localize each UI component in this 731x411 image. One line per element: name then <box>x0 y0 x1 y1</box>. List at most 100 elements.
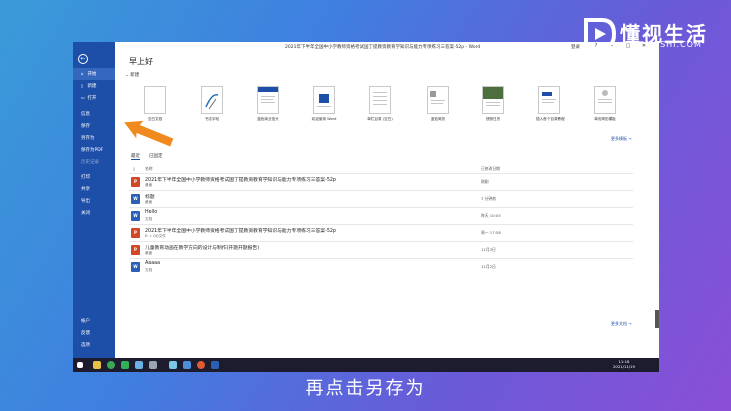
sidebar-item-new[interactable]: ▯ 新建 <box>73 80 115 92</box>
table-row[interactable]: W 标题 桌面 7 分钟前 <box>129 190 633 207</box>
template-label: 书法字帖 <box>204 117 220 121</box>
backstage-sidebar: ← ⌂ 开始 ▯ 新建 ▭ 打开 信息 保存 另存为 保存为PDF 历史记录 打… <box>73 42 115 358</box>
sidebar-item-save[interactable]: 保存 <box>73 121 115 133</box>
word-window: ← ⌂ 开始 ▯ 新建 ▭ 打开 信息 保存 另存为 保存为PDF 历史记录 打… <box>73 42 659 372</box>
more-templates-link[interactable]: 更多模板 → <box>611 136 632 142</box>
windows-start-icon[interactable] <box>77 362 83 368</box>
row-name: 2021年下半年全国中小学教师资格考试国丁提教资教育学知识与能力专项练习三答案-… <box>145 178 336 183</box>
new-section-label: ⌄ 新建 <box>125 73 140 78</box>
template-label: 插入首个目录教程 <box>536 117 565 121</box>
template-single-toc[interactable]: 单栏目录 (空白) <box>367 86 393 128</box>
row-date: 11月3日 <box>481 247 496 252</box>
template-label: 单页简历模板 <box>594 117 616 121</box>
help-icon[interactable]: ? <box>591 43 601 49</box>
row-location: 桌面 <box>145 251 153 255</box>
template-thumbnail <box>144 86 166 114</box>
row-date: 昨天 10:05 <box>481 213 501 218</box>
template-thumbnail <box>594 86 616 114</box>
row-location: 文档 <box>145 217 153 221</box>
sidebar-item-options[interactable]: 选项 <box>73 340 115 352</box>
sign-in-link[interactable]: 登录 <box>571 44 580 50</box>
template-toc-tutorial[interactable]: 插入首个目录教程 <box>536 86 565 128</box>
template-single-page-resume[interactable]: 单页简历模板 <box>592 86 618 128</box>
sidebar-item-label: 打开 <box>87 96 97 101</box>
template-label: 快照日历 <box>485 117 501 121</box>
side-scroll-tab[interactable] <box>655 310 659 328</box>
template-thumbnail <box>313 86 335 114</box>
sidebar-item-label: 保存为PDF <box>81 148 104 153</box>
sidebar-item-label: 共享 <box>81 187 90 192</box>
template-thumbnail <box>201 86 223 114</box>
sidebar-item-share[interactable]: 共享 <box>73 184 115 196</box>
template-thumbnail <box>257 86 279 114</box>
word-taskbar-icon[interactable] <box>211 361 219 369</box>
column-date[interactable]: 已修改日期 <box>481 166 500 172</box>
template-photo-calendar[interactable]: 快照日历 <box>480 86 506 128</box>
sidebar-item-label: 新建 <box>87 84 97 89</box>
sidebar-item-home[interactable]: ⌂ 开始 <box>73 68 115 80</box>
template-thumbnail <box>482 86 504 114</box>
file-explorer-icon[interactable] <box>93 361 101 369</box>
sidebar-item-label: 打印 <box>81 175 90 180</box>
row-date: 周一 17:58 <box>481 230 501 235</box>
template-label: 蓝色简历 <box>430 117 446 121</box>
sidebar-item-print[interactable]: 打印 <box>73 172 115 184</box>
table-row[interactable]: P 2021年下半年全国中小学教师资格考试国丁提教资教育学知识与能力专项练习三答… <box>129 224 633 241</box>
sidebar-item-label: 选项 <box>81 343 90 348</box>
window-title: 2021年下半年全国中小学教师资格考试国丁提教资教育学知识与能力专项练习三答案-… <box>285 45 481 50</box>
table-row[interactable]: P 2021年下半年全国中小学教师资格考试国丁提教资教育学知识与能力专项练习三答… <box>129 173 633 190</box>
wechat-icon[interactable] <box>121 361 129 369</box>
close-button[interactable]: ✕ <box>639 43 649 49</box>
row-location: E: » QQ文件 <box>145 234 166 238</box>
row-name: 儿童教育动画在教学方向的设计与制作(开题开题报告) <box>145 246 260 251</box>
more-documents-link[interactable]: 更多文档 → <box>611 321 632 327</box>
sidebar-item-label: 信息 <box>81 112 90 117</box>
pdf-file-icon: P <box>131 228 140 238</box>
template-business-letterhead[interactable]: 蓝色商业信头 <box>255 86 281 128</box>
sidebar-item-history[interactable]: 历史记录 <box>73 157 115 169</box>
row-date: 刚刚 <box>481 179 489 184</box>
row-location: 桌面 <box>145 200 153 204</box>
row-name: Hello <box>145 210 158 215</box>
template-blue-resume[interactable]: 蓝色简历 <box>425 86 451 128</box>
video-caption: 再点击另存为 <box>305 378 426 399</box>
template-calligraphy[interactable]: 书法字帖 <box>199 86 225 128</box>
qq-icon[interactable] <box>135 361 143 369</box>
media-icon-2[interactable] <box>183 361 191 369</box>
row-date: 7 分钟前 <box>481 196 497 201</box>
browser-icon[interactable] <box>107 361 115 369</box>
word-file-icon: W <box>131 262 140 272</box>
template-thumbnail <box>538 86 560 114</box>
sidebar-item-label: 帐户 <box>81 319 90 324</box>
sidebar-item-save-pdf[interactable]: 保存为PDF <box>73 145 115 157</box>
back-arrow-icon[interactable]: ← <box>78 54 88 64</box>
sidebar-item-export[interactable]: 导出 <box>73 196 115 208</box>
sidebar-item-account[interactable]: 帐户 <box>73 316 115 328</box>
pdf-reader-icon[interactable] <box>197 361 205 369</box>
minimize-button[interactable]: – <box>607 43 617 49</box>
sidebar-item-save-as[interactable]: 另存为 <box>73 133 115 145</box>
sidebar-item-label: 反馈 <box>81 331 90 336</box>
sidebar-item-label: 保存 <box>81 124 90 129</box>
maximize-button[interactable]: □ <box>623 43 633 49</box>
table-row[interactable]: W Hello 文档 昨天 10:05 <box>129 207 633 224</box>
new-doc-icon: ▯ <box>81 83 84 88</box>
row-date: 11月2日 <box>481 264 496 269</box>
template-welcome-word[interactable]: 欢迎使用 Word <box>311 86 337 128</box>
page-title: 早上好 <box>129 57 153 66</box>
sidebar-item-feedback[interactable]: 反馈 <box>73 328 115 340</box>
word-file-icon: W <box>131 211 140 221</box>
sidebar-item-close[interactable]: 关闭 <box>73 208 115 220</box>
pdf-file-icon: P <box>131 177 140 187</box>
sidebar-item-info[interactable]: 信息 <box>73 109 115 121</box>
template-thumbnail <box>427 86 449 114</box>
sidebar-item-open[interactable]: ▭ 打开 <box>73 92 115 104</box>
sidebar-item-label: 另存为 <box>81 136 95 141</box>
taskbar-clock[interactable]: 11:18 2021/11/19 <box>613 359 635 369</box>
home-icon: ⌂ <box>81 71 84 76</box>
app-icon[interactable] <box>149 361 157 369</box>
media-icon[interactable] <box>169 361 177 369</box>
word-file-icon: W <box>131 194 140 204</box>
table-row[interactable]: W Aaaaa 文档 11月2日 <box>129 258 633 275</box>
table-row[interactable]: P 儿童教育动画在教学方向的设计与制作(开题开题报告) 桌面 11月3日 <box>129 241 633 258</box>
